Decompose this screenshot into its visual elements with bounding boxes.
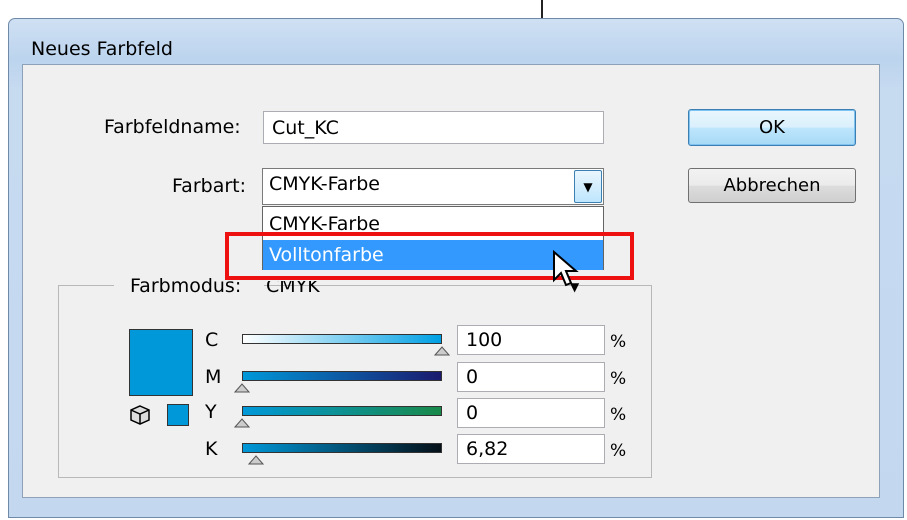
slider-thumb-y[interactable] — [234, 418, 250, 428]
gamut-swatch[interactable] — [167, 404, 189, 426]
slider-c[interactable] — [242, 334, 442, 344]
value-input-k[interactable] — [457, 434, 605, 464]
slider-thumb-m[interactable] — [234, 383, 250, 393]
unit-y: % — [610, 405, 627, 425]
color-type-value: CMYK-Farbe — [269, 173, 380, 195]
value-input-m[interactable] — [457, 362, 605, 392]
slider-y[interactable] — [242, 406, 442, 416]
cancel-button[interactable]: Abbrechen — [688, 168, 856, 203]
slider-k[interactable] — [242, 443, 442, 453]
swatch-name-input[interactable] — [263, 111, 604, 144]
channel-label-k: K — [205, 438, 218, 460]
value-input-y[interactable] — [457, 398, 605, 428]
color-type-select[interactable]: CMYK-Farbe ▼ — [262, 168, 604, 205]
unit-m: % — [610, 369, 627, 389]
mouse-pointer-icon — [553, 250, 579, 287]
value-input-c[interactable] — [457, 325, 605, 355]
channel-label-m: M — [205, 366, 222, 388]
slider-thumb-k[interactable] — [247, 455, 264, 465]
unit-k: % — [610, 441, 627, 461]
swatch-name-label: Farbfeldname: — [104, 116, 241, 138]
channel-label-c: C — [205, 329, 219, 351]
cube-icon[interactable] — [129, 404, 151, 426]
channel-label-y: Y — [205, 401, 217, 423]
chevron-down-icon[interactable]: ▼ — [574, 170, 602, 203]
slider-thumb-c[interactable] — [434, 346, 450, 356]
slider-m[interactable] — [242, 371, 442, 381]
color-type-label: Farbart: — [172, 175, 247, 197]
unit-c: % — [610, 332, 627, 352]
dialog-title: Neues Farbfeld — [31, 38, 173, 60]
color-preview-swatch — [129, 329, 193, 396]
ok-button[interactable]: OK — [688, 109, 856, 146]
